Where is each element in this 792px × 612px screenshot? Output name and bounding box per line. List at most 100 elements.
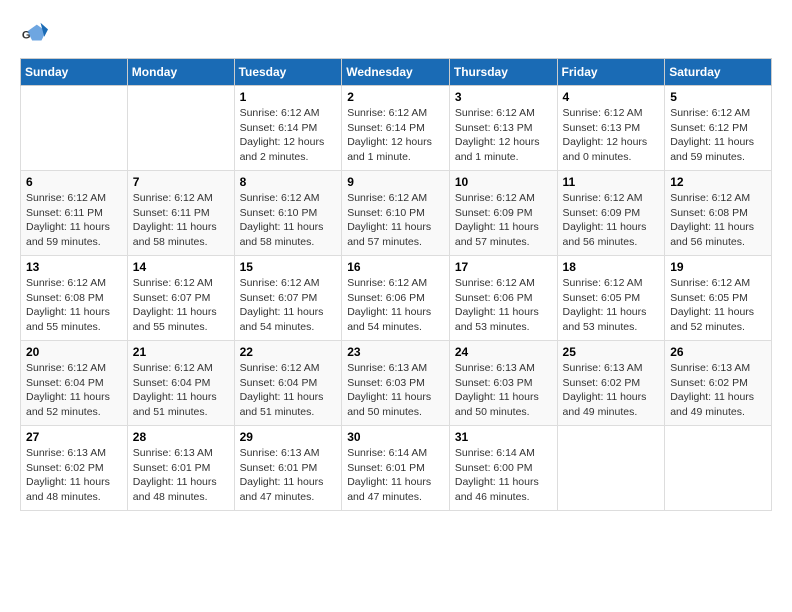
day-info: Sunrise: 6:12 AM Sunset: 6:13 PM Dayligh… (455, 106, 552, 165)
day-info: Sunrise: 6:12 AM Sunset: 6:06 PM Dayligh… (347, 276, 444, 335)
day-header-friday: Friday (557, 59, 665, 86)
calendar-cell: 23 Sunrise: 6:13 AM Sunset: 6:03 PM Dayli… (342, 341, 450, 426)
day-number: 15 (240, 260, 337, 274)
calendar-cell: 10 Sunrise: 6:12 AM Sunset: 6:09 PM Dayli… (449, 171, 557, 256)
calendar-cell: 7 Sunrise: 6:12 AM Sunset: 6:11 PM Daylig… (127, 171, 234, 256)
day-number: 29 (240, 430, 337, 444)
calendar-cell: 12Sunrise: 6:12 AM Sunset: 6:08 PM Dayli… (665, 171, 772, 256)
day-header-tuesday: Tuesday (234, 59, 342, 86)
day-number: 5 (670, 90, 766, 104)
day-number: 27 (26, 430, 122, 444)
day-number: 16 (347, 260, 444, 274)
day-number: 30 (347, 430, 444, 444)
day-number: 6 (26, 175, 122, 189)
calendar-cell: 2Sunrise: 6:12 AM Sunset: 6:14 PM Daylig… (342, 86, 450, 171)
day-number: 22 (240, 345, 337, 359)
calendar-table: SundayMondayTuesdayWednesdayThursdayFrid… (20, 58, 772, 511)
day-number: 13 (26, 260, 122, 274)
calendar-cell: 31 Sunrise: 6:14 AM Sunset: 6:00 PM Dayli… (449, 426, 557, 511)
calendar-cell: 19 Sunrise: 6:12 AM Sunset: 6:05 PM Dayli… (665, 256, 772, 341)
calendar-cell: 8 Sunrise: 6:12 AM Sunset: 6:10 PM Daylig… (234, 171, 342, 256)
day-info: Sunrise: 6:12 AM Sunset: 6:04 PM Dayligh… (240, 361, 337, 420)
calendar-cell: 30 Sunrise: 6:14 AM Sunset: 6:01 PM Dayli… (342, 426, 450, 511)
day-number: 17 (455, 260, 552, 274)
logo-icon: G (20, 20, 48, 48)
day-number: 3 (455, 90, 552, 104)
day-info: Sunrise: 6:12 AM Sunset: 6:04 PM Dayligh… (133, 361, 229, 420)
day-number: 19 (670, 260, 766, 274)
day-number: 9 (347, 175, 444, 189)
calendar-cell (21, 86, 128, 171)
calendar-cell (665, 426, 772, 511)
day-info: Sunrise: 6:12 AM Sunset: 6:05 PM Dayligh… (563, 276, 660, 335)
day-info: Sunrise: 6:12 AM Sunset: 6:14 PM Dayligh… (240, 106, 337, 165)
calendar-cell: 25 Sunrise: 6:13 AM Sunset: 6:02 PM Dayli… (557, 341, 665, 426)
calendar-cell: 1Sunrise: 6:12 AM Sunset: 6:14 PM Daylig… (234, 86, 342, 171)
day-info: Sunrise: 6:12 AM Sunset: 6:07 PM Dayligh… (240, 276, 337, 335)
day-info: Sunrise: 6:12 AM Sunset: 6:14 PM Dayligh… (347, 106, 444, 165)
day-info: Sunrise: 6:12 AM Sunset: 6:10 PM Dayligh… (347, 191, 444, 250)
calendar-cell: 13 Sunrise: 6:12 AM Sunset: 6:08 PM Dayli… (21, 256, 128, 341)
day-number: 14 (133, 260, 229, 274)
day-info: Sunrise: 6:12 AM Sunset: 6:10 PM Dayligh… (240, 191, 337, 250)
day-number: 10 (455, 175, 552, 189)
day-info: Sunrise: 6:13 AM Sunset: 6:03 PM Dayligh… (455, 361, 552, 420)
calendar-cell (127, 86, 234, 171)
calendar-cell: 28 Sunrise: 6:13 AM Sunset: 6:01 PM Dayli… (127, 426, 234, 511)
day-header-monday: Monday (127, 59, 234, 86)
day-info: Sunrise: 6:13 AM Sunset: 6:03 PM Dayligh… (347, 361, 444, 420)
day-number: 25 (563, 345, 660, 359)
day-info: Sunrise: 6:14 AM Sunset: 6:00 PM Dayligh… (455, 446, 552, 505)
calendar-cell: 18 Sunrise: 6:12 AM Sunset: 6:05 PM Dayli… (557, 256, 665, 341)
day-info: Sunrise: 6:12 AM Sunset: 6:07 PM Dayligh… (133, 276, 229, 335)
day-info: Sunrise: 6:12 AM Sunset: 6:08 PM Dayligh… (670, 191, 766, 250)
day-header-thursday: Thursday (449, 59, 557, 86)
page-header: G (20, 20, 772, 48)
day-info: Sunrise: 6:12 AM Sunset: 6:05 PM Dayligh… (670, 276, 766, 335)
calendar-cell: 4 Sunrise: 6:12 AM Sunset: 6:13 PM Daylig… (557, 86, 665, 171)
day-info: Sunrise: 6:13 AM Sunset: 6:02 PM Dayligh… (563, 361, 660, 420)
calendar-cell: 3 Sunrise: 6:12 AM Sunset: 6:13 PM Daylig… (449, 86, 557, 171)
day-info: Sunrise: 6:13 AM Sunset: 6:01 PM Dayligh… (240, 446, 337, 505)
day-header-wednesday: Wednesday (342, 59, 450, 86)
calendar-cell: 17 Sunrise: 6:12 AM Sunset: 6:06 PM Dayli… (449, 256, 557, 341)
day-number: 26 (670, 345, 766, 359)
day-number: 7 (133, 175, 229, 189)
calendar-cell: 26 Sunrise: 6:13 AM Sunset: 6:02 PM Dayli… (665, 341, 772, 426)
day-number: 24 (455, 345, 552, 359)
day-number: 28 (133, 430, 229, 444)
day-number: 4 (563, 90, 660, 104)
day-number: 8 (240, 175, 337, 189)
day-info: Sunrise: 6:12 AM Sunset: 6:09 PM Dayligh… (455, 191, 552, 250)
calendar-cell: 21 Sunrise: 6:12 AM Sunset: 6:04 PM Dayli… (127, 341, 234, 426)
day-header-saturday: Saturday (665, 59, 772, 86)
calendar-cell: 15 Sunrise: 6:12 AM Sunset: 6:07 PM Dayli… (234, 256, 342, 341)
day-info: Sunrise: 6:12 AM Sunset: 6:06 PM Dayligh… (455, 276, 552, 335)
calendar-cell: 14 Sunrise: 6:12 AM Sunset: 6:07 PM Dayli… (127, 256, 234, 341)
day-number: 20 (26, 345, 122, 359)
day-number: 18 (563, 260, 660, 274)
calendar-cell: 27 Sunrise: 6:13 AM Sunset: 6:02 PM Dayli… (21, 426, 128, 511)
day-number: 31 (455, 430, 552, 444)
calendar-cell: 24 Sunrise: 6:13 AM Sunset: 6:03 PM Dayli… (449, 341, 557, 426)
calendar-cell: 29 Sunrise: 6:13 AM Sunset: 6:01 PM Dayli… (234, 426, 342, 511)
calendar-cell: 5Sunrise: 6:12 AM Sunset: 6:12 PM Daylig… (665, 86, 772, 171)
logo: G (20, 20, 52, 48)
day-info: Sunrise: 6:12 AM Sunset: 6:09 PM Dayligh… (563, 191, 660, 250)
calendar-cell: 11 Sunrise: 6:12 AM Sunset: 6:09 PM Dayli… (557, 171, 665, 256)
calendar-cell: 20Sunrise: 6:12 AM Sunset: 6:04 PM Dayli… (21, 341, 128, 426)
day-info: Sunrise: 6:13 AM Sunset: 6:02 PM Dayligh… (670, 361, 766, 420)
day-number: 11 (563, 175, 660, 189)
day-info: Sunrise: 6:12 AM Sunset: 6:08 PM Dayligh… (26, 276, 122, 335)
calendar-cell: 22 Sunrise: 6:12 AM Sunset: 6:04 PM Dayli… (234, 341, 342, 426)
day-info: Sunrise: 6:13 AM Sunset: 6:01 PM Dayligh… (133, 446, 229, 505)
day-number: 21 (133, 345, 229, 359)
day-info: Sunrise: 6:12 AM Sunset: 6:11 PM Dayligh… (133, 191, 229, 250)
day-number: 23 (347, 345, 444, 359)
calendar-cell: 16 Sunrise: 6:12 AM Sunset: 6:06 PM Dayli… (342, 256, 450, 341)
day-info: Sunrise: 6:13 AM Sunset: 6:02 PM Dayligh… (26, 446, 122, 505)
day-info: Sunrise: 6:14 AM Sunset: 6:01 PM Dayligh… (347, 446, 444, 505)
day-info: Sunrise: 6:12 AM Sunset: 6:13 PM Dayligh… (563, 106, 660, 165)
calendar-cell (557, 426, 665, 511)
day-info: Sunrise: 6:12 AM Sunset: 6:11 PM Dayligh… (26, 191, 122, 250)
